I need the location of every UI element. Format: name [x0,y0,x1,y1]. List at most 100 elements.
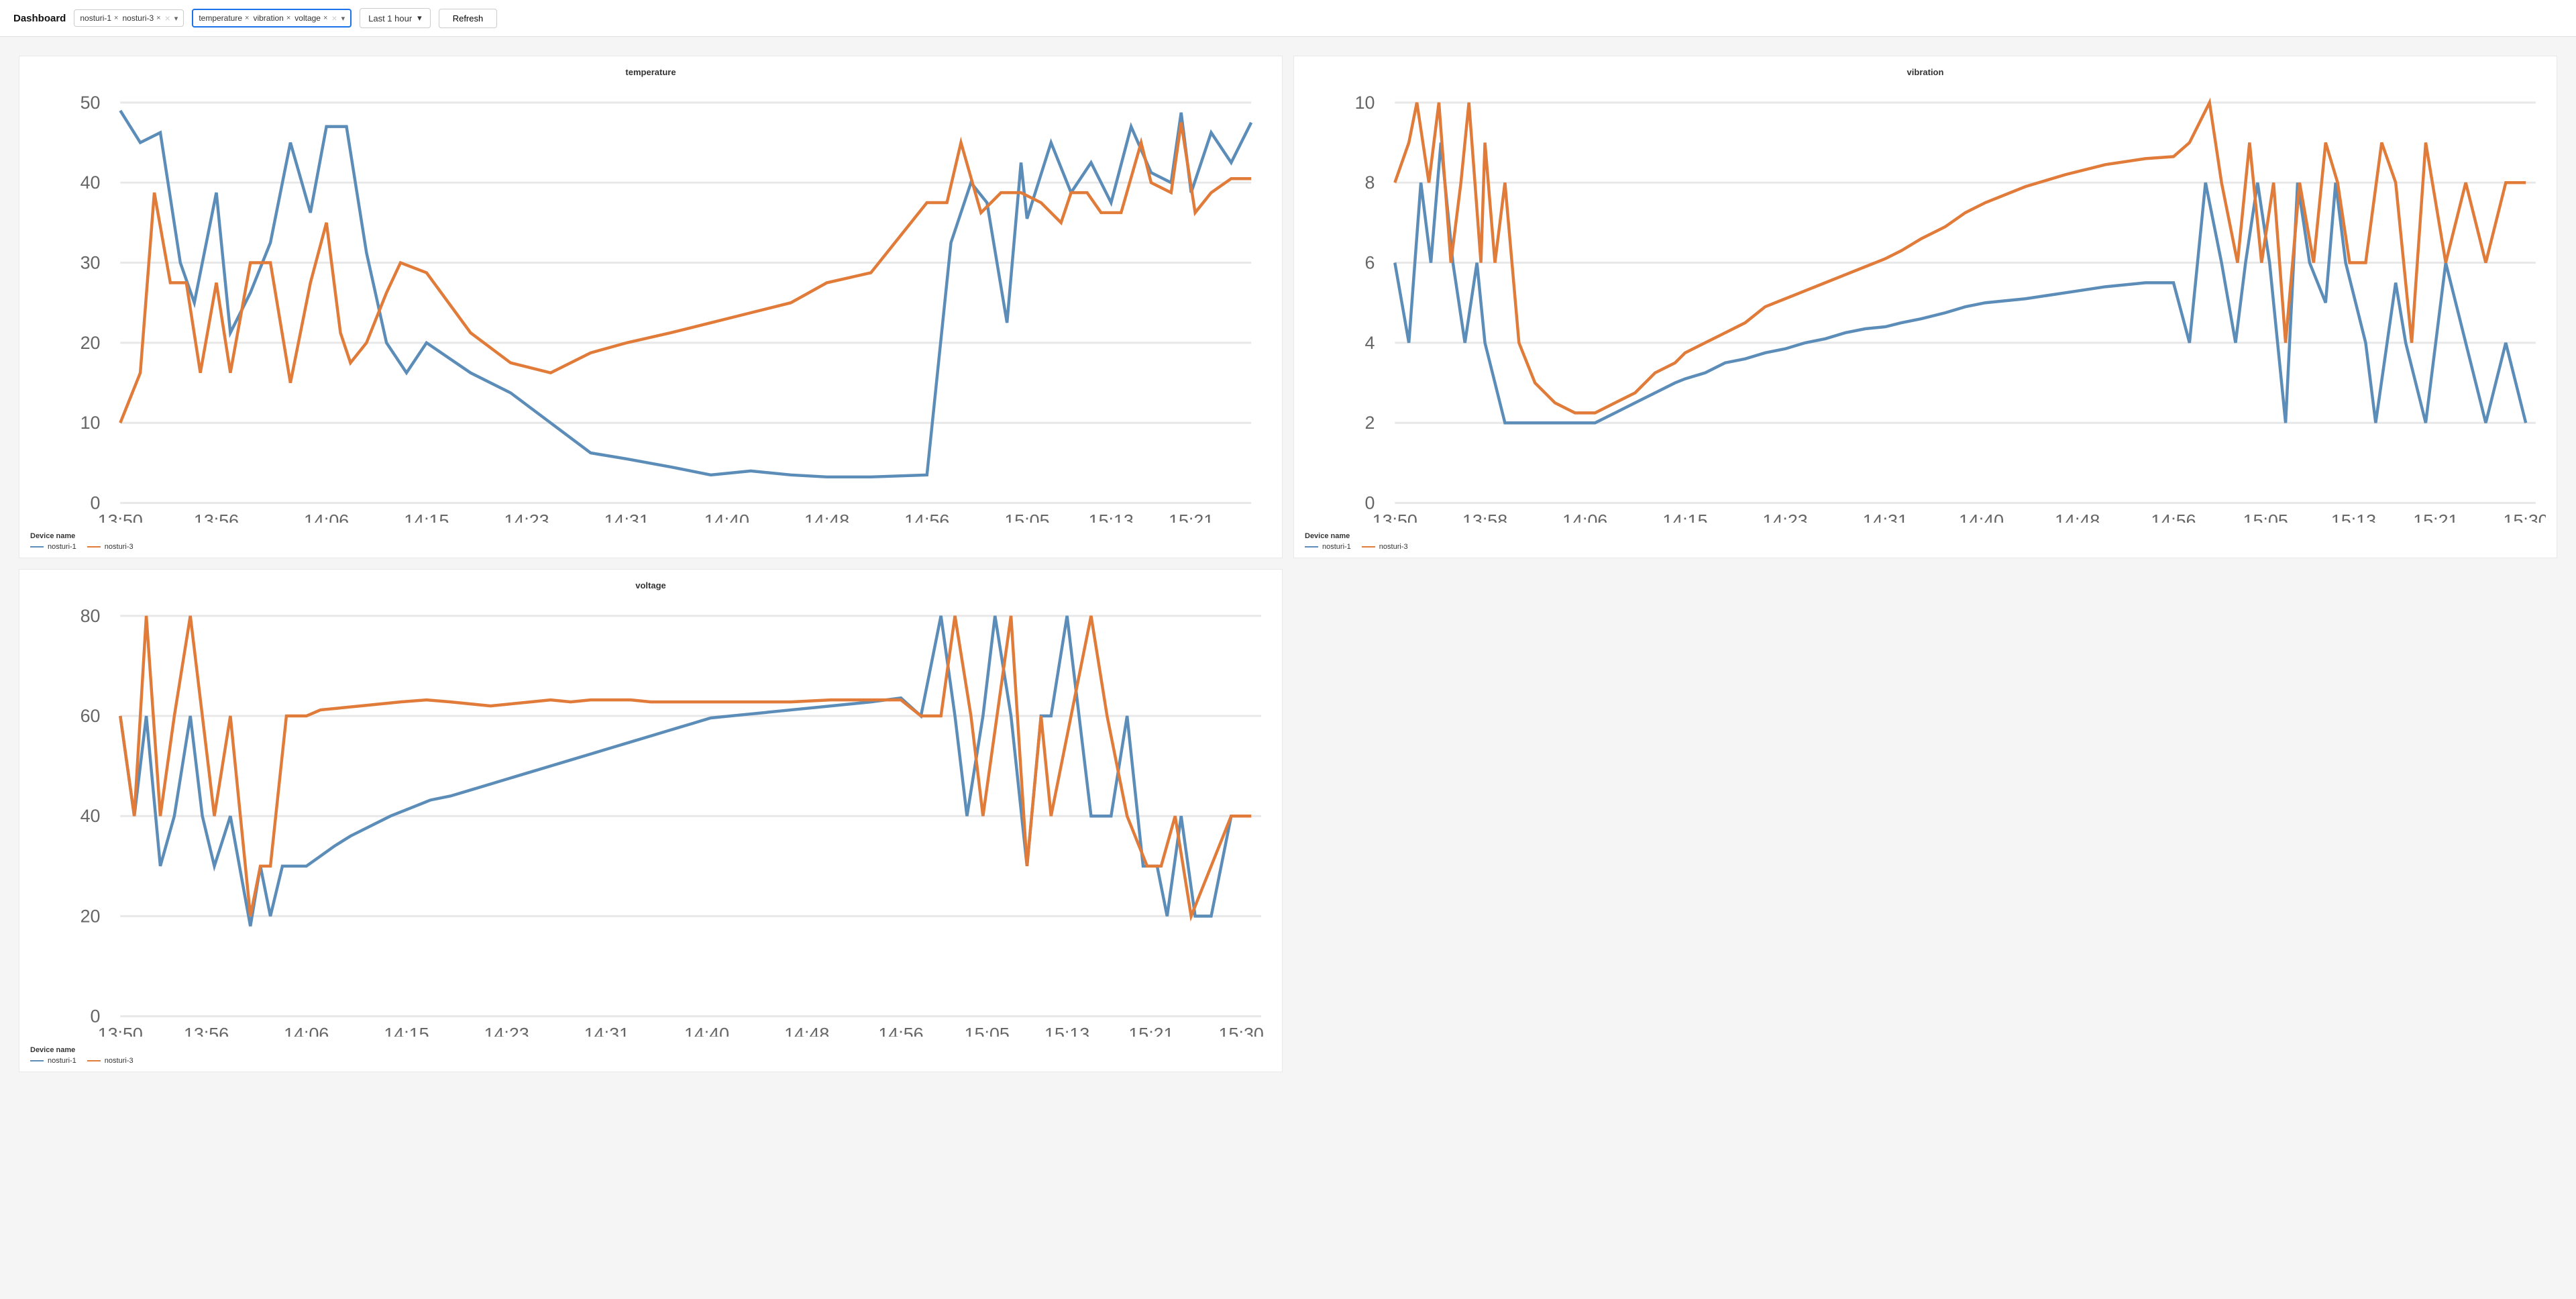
metric-filter-separator: × [331,13,337,23]
svg-text:15:13: 15:13 [1044,1025,1089,1037]
voltage-chart-panel: voltage 80 60 40 20 0 13:50 13:56 14:06 … [19,569,1283,1072]
voltage-chart-title: voltage [30,580,1271,590]
metric-tag-voltage-label: voltage [294,13,321,23]
vibration-legend-nosturi3-label: nosturi-3 [1379,543,1408,551]
svg-text:14:31: 14:31 [604,511,649,523]
refresh-button[interactable]: Refresh [439,9,498,28]
header: Dashboard nosturi-1 × nosturi-3 × × ▾ te… [0,0,2576,37]
time-selector-chevron: ▾ [417,13,422,23]
svg-text:14:40: 14:40 [704,511,749,523]
svg-text:20: 20 [80,333,101,353]
empty-panel [1293,569,2557,1072]
metric-filter-group: temperature × vibration × voltage × × ▾ [192,9,352,28]
vibration-chart-svg: 10 8 6 4 2 0 13:50 13:58 14:06 14:15 14:… [1305,83,2546,523]
svg-text:10: 10 [1355,93,1375,113]
metric-tag-vibration: vibration × [253,13,290,23]
svg-text:14:56: 14:56 [878,1025,923,1037]
svg-text:8: 8 [1365,172,1375,193]
voltage-legend-nosturi3-line [87,1060,101,1061]
temperature-chart-svg: 50 40 30 20 10 0 13:50 13:56 14:06 14:15… [30,83,1271,523]
svg-text:14:31: 14:31 [584,1025,629,1037]
temperature-chart-area: 50 40 30 20 10 0 13:50 13:56 14:06 14:15… [30,83,1271,523]
svg-text:15:21: 15:21 [1128,1025,1173,1037]
voltage-legend: Device name nosturi-1 nosturi-3 [30,1042,1271,1065]
svg-text:14:15: 14:15 [404,511,449,523]
metric-filter-chevron[interactable]: ▾ [341,14,345,23]
svg-text:14:40: 14:40 [684,1025,729,1037]
vibration-legend-title: Device name [1305,532,2546,540]
svg-text:14:48: 14:48 [804,511,849,523]
svg-text:15:13: 15:13 [2331,511,2376,523]
svg-text:15:30: 15:30 [1219,1025,1264,1037]
svg-text:50: 50 [80,93,101,113]
svg-text:13:56: 13:56 [194,511,239,523]
svg-text:14:48: 14:48 [2055,511,2100,523]
svg-text:14:40: 14:40 [1959,511,2004,523]
charts-container: temperature 50 40 30 20 10 0 13:50 13:56 [0,37,2576,1091]
svg-text:40: 40 [80,172,101,193]
svg-text:15:21: 15:21 [2413,511,2458,523]
device-tag-nosturi3-close[interactable]: × [156,15,160,22]
vibration-legend-items: nosturi-1 nosturi-3 [1305,543,2546,551]
voltage-legend-nosturi3-label: nosturi-3 [105,1057,133,1065]
time-selector-label: Last 1 hour [368,13,412,23]
dashboard-title: Dashboard [13,13,66,24]
svg-text:14:56: 14:56 [904,511,949,523]
svg-text:6: 6 [1365,252,1375,272]
svg-text:13:56: 13:56 [184,1025,229,1037]
svg-text:14:15: 14:15 [384,1025,429,1037]
svg-text:10: 10 [80,413,101,433]
svg-text:15:21: 15:21 [1169,511,1214,523]
metric-tag-voltage-close[interactable]: × [323,15,327,22]
svg-text:14:15: 14:15 [1662,511,1707,523]
svg-text:14:31: 14:31 [1863,511,1908,523]
vibration-chart-panel: vibration 10 8 6 4 2 0 13:50 13:58 [1293,56,2557,558]
temperature-legend-nosturi3-label: nosturi-3 [105,543,133,551]
device-tag-nosturi3-label: nosturi-3 [122,13,154,23]
svg-text:14:23: 14:23 [504,511,549,523]
device-filter-group: nosturi-1 × nosturi-3 × × ▾ [74,9,184,27]
voltage-legend-nosturi1-line [30,1060,44,1061]
temperature-legend-nosturi3: nosturi-3 [87,543,133,551]
temperature-legend-title: Device name [30,532,1271,540]
svg-text:14:23: 14:23 [1763,511,1808,523]
metric-tag-temperature-close[interactable]: × [245,15,249,22]
svg-text:40: 40 [80,807,101,827]
voltage-legend-nosturi3: nosturi-3 [87,1057,133,1065]
svg-text:0: 0 [91,1006,101,1027]
voltage-chart-svg: 80 60 40 20 0 13:50 13:56 14:06 14:15 14… [30,596,1271,1036]
svg-text:13:50: 13:50 [98,1025,143,1037]
device-filter-chevron[interactable]: ▾ [174,14,178,23]
time-selector[interactable]: Last 1 hour ▾ [360,8,431,28]
svg-text:0: 0 [1365,493,1375,513]
svg-text:60: 60 [80,706,101,726]
svg-text:14:48: 14:48 [784,1025,829,1037]
svg-text:30: 30 [80,252,101,272]
svg-text:2: 2 [1365,413,1375,433]
svg-text:14:23: 14:23 [484,1025,529,1037]
svg-text:4: 4 [1365,333,1375,353]
vibration-legend-nosturi1-label: nosturi-1 [1322,543,1351,551]
vibration-chart-title: vibration [1305,67,2546,77]
svg-text:14:06: 14:06 [304,511,349,523]
svg-text:20: 20 [80,906,101,927]
svg-text:15:05: 15:05 [1004,511,1049,523]
temperature-legend-nosturi1-label: nosturi-1 [48,543,76,551]
device-tag-nosturi3: nosturi-3 × [122,13,160,23]
temperature-legend: Device name nosturi-1 nosturi-3 [30,528,1271,551]
vibration-legend-nosturi1: nosturi-1 [1305,543,1351,551]
voltage-legend-nosturi1-label: nosturi-1 [48,1057,76,1065]
vibration-legend: Device name nosturi-1 nosturi-3 [1305,528,2546,551]
temperature-legend-nosturi1: nosturi-1 [30,543,76,551]
temperature-chart-title: temperature [30,67,1271,77]
voltage-legend-title: Device name [30,1046,1271,1054]
voltage-chart-area: 80 60 40 20 0 13:50 13:56 14:06 14:15 14… [30,596,1271,1036]
temperature-chart-panel: temperature 50 40 30 20 10 0 13:50 13:56 [19,56,1283,558]
device-tag-nosturi1-close[interactable]: × [114,15,118,22]
temperature-legend-nosturi1-line [30,546,44,548]
metric-tag-vibration-close[interactable]: × [286,15,290,22]
vibration-legend-nosturi1-line [1305,546,1318,548]
svg-text:13:50: 13:50 [98,511,143,523]
metric-tag-temperature-label: temperature [199,13,242,23]
svg-text:15:05: 15:05 [2243,511,2288,523]
